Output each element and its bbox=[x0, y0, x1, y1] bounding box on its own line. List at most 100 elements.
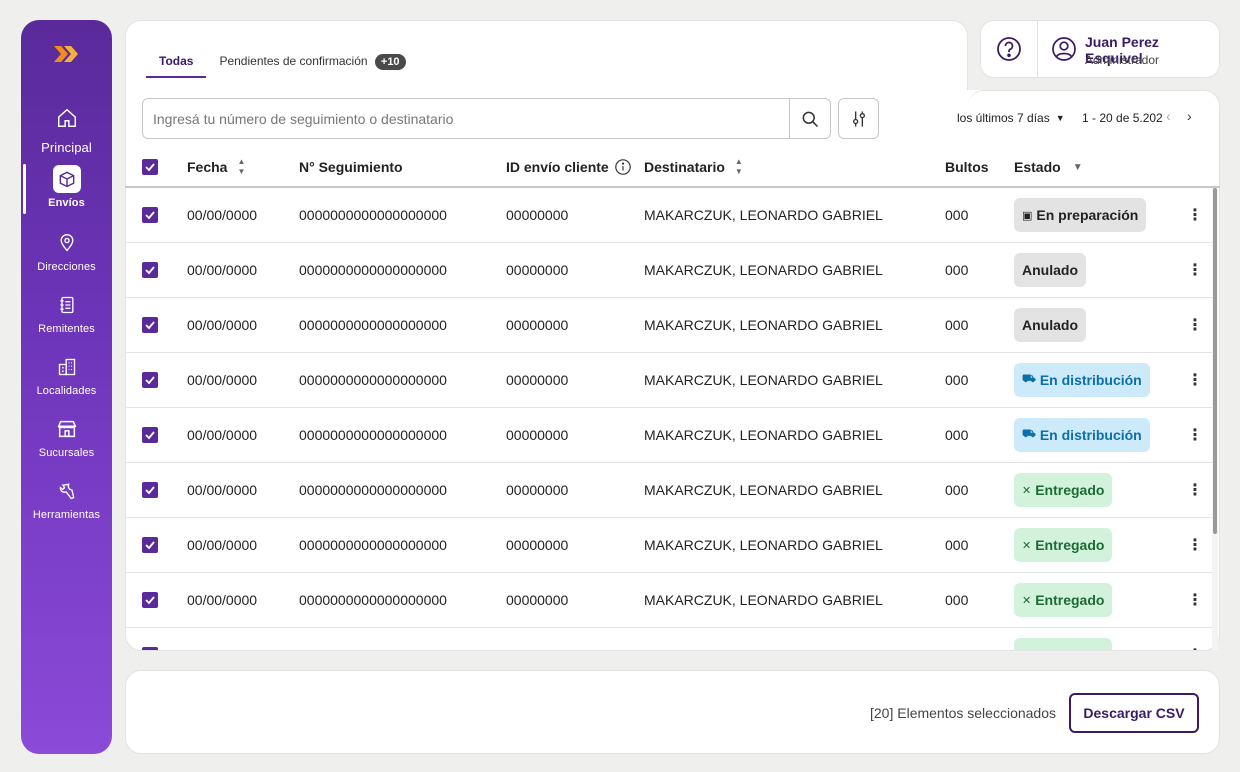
wrench-icon bbox=[53, 477, 81, 505]
table-row[interactable]: 00/00/0000 0000000000000000000 00000000 … bbox=[125, 353, 1213, 408]
table-row[interactable]: 00/00/0000 0000000000000000000 00000000 … bbox=[125, 628, 1213, 650]
cell-seguimiento: 0000000000000000000 bbox=[299, 372, 447, 388]
search-button[interactable] bbox=[789, 99, 830, 138]
tab-pendientes[interactable]: Pendientes de confirmación +10 bbox=[206, 50, 418, 78]
calendar-icon: ▣ bbox=[1022, 209, 1033, 222]
col-id-cliente: ID envío cliente bbox=[506, 148, 632, 186]
scrollbar-thumb[interactable] bbox=[1213, 188, 1217, 534]
sidebar-item-sucursales[interactable]: Sucursales bbox=[21, 415, 112, 471]
cell-seguimiento: 0000000000000000000 bbox=[299, 207, 447, 223]
row-checkbox[interactable] bbox=[142, 647, 158, 650]
table-row[interactable]: 00/00/0000 0000000000000000000 00000000 … bbox=[125, 518, 1213, 573]
download-csv-button[interactable]: Descargar CSV bbox=[1069, 693, 1199, 733]
info-icon[interactable] bbox=[614, 158, 632, 176]
row-menu-icon[interactable]: ⋮ bbox=[1187, 315, 1203, 335]
row-menu-icon[interactable]: ⋮ bbox=[1187, 425, 1203, 445]
status-badge: ✕ Entregado bbox=[1014, 583, 1113, 617]
cell-id-cliente: 00000000 bbox=[506, 628, 568, 650]
row-checkbox[interactable] bbox=[142, 537, 158, 553]
sidebar-item-principal[interactable]: Principal bbox=[21, 104, 112, 160]
col-bultos: Bultos bbox=[945, 159, 989, 175]
row-menu-icon[interactable]: ⋮ bbox=[1187, 645, 1203, 650]
row-checkbox[interactable] bbox=[142, 317, 158, 333]
status-badge: ▣ En preparación bbox=[1014, 198, 1147, 232]
cell-id-cliente: 00000000 bbox=[506, 262, 569, 278]
row-checkbox[interactable] bbox=[142, 372, 158, 388]
col-destinatario[interactable]: Destinatario ▲ ▼ bbox=[644, 148, 743, 186]
row-menu-icon[interactable]: ⋮ bbox=[1187, 480, 1203, 500]
check-icon bbox=[145, 486, 155, 495]
buildings-icon bbox=[53, 353, 81, 381]
truck-icon: ⛟ bbox=[1022, 373, 1036, 385]
sidebar-item-remitentes[interactable]: Remitentes bbox=[21, 291, 112, 347]
cell-fecha: 00/00/0000 bbox=[187, 262, 258, 278]
sidebar-item-herramientas[interactable]: Herramientas bbox=[21, 477, 112, 533]
sidebar-item-direcciones[interactable]: Direcciones bbox=[21, 229, 112, 285]
row-checkbox[interactable] bbox=[142, 262, 158, 278]
table-row[interactable]: 00/00/0000 0000000000000000000 00000000 … bbox=[125, 408, 1213, 463]
cell-seguimiento: 0000000000000000000 bbox=[299, 482, 447, 498]
row-menu-icon[interactable]: ⋮ bbox=[1187, 535, 1203, 555]
location-pin-icon bbox=[53, 229, 81, 257]
cell-bultos: 000 bbox=[945, 207, 969, 223]
check-icon bbox=[145, 211, 155, 220]
table-row[interactable]: 00/00/0000 0000000000000000000 00000000 … bbox=[125, 573, 1213, 628]
cell-fecha: 00/00/0000 bbox=[187, 207, 258, 223]
col-fecha[interactable]: Fecha ▲ ▼ bbox=[187, 148, 245, 186]
truck-icon: ⛟ bbox=[1022, 428, 1036, 440]
status-badge: Anulado bbox=[1014, 253, 1086, 287]
table-row[interactable]: 00/00/0000 0000000000000000000 00000000 … bbox=[125, 188, 1213, 243]
cell-destinatario: MAKARCZUK, LEONARDO GABRIEL bbox=[644, 207, 883, 223]
check-icon bbox=[145, 596, 155, 605]
row-checkbox[interactable] bbox=[142, 207, 158, 223]
store-icon bbox=[53, 415, 81, 443]
close-icon: ✕ bbox=[1022, 649, 1031, 651]
row-menu-icon[interactable]: ⋮ bbox=[1187, 205, 1203, 225]
help-icon[interactable] bbox=[995, 35, 1023, 63]
cell-bultos: 000 bbox=[945, 372, 969, 388]
brand-logo-icon[interactable] bbox=[52, 44, 82, 64]
cell-id-cliente: 00000000 bbox=[506, 592, 569, 608]
user-card: Juan Perez Esquivel Administrador bbox=[980, 20, 1220, 78]
search-field bbox=[142, 98, 831, 139]
sort-icon[interactable]: ▲ ▼ bbox=[237, 157, 245, 177]
row-menu-icon[interactable]: ⋮ bbox=[1187, 260, 1203, 280]
row-checkbox[interactable] bbox=[142, 592, 158, 608]
select-all-checkbox[interactable] bbox=[142, 159, 158, 175]
cell-bultos: 000 bbox=[945, 482, 969, 498]
cell-destinatario: MAKARCZUK, LEONARDO GABRIEL bbox=[644, 628, 883, 650]
cell-fecha: 00/00/0000 bbox=[187, 482, 258, 498]
chevron-left-icon[interactable]: ‹ bbox=[1166, 108, 1171, 124]
period-select[interactable]: los últimos 7 días ▼ bbox=[957, 111, 1065, 125]
row-menu-icon[interactable]: ⋮ bbox=[1187, 370, 1203, 390]
package-icon bbox=[52, 165, 81, 193]
sort-icon[interactable]: ▲ ▼ bbox=[735, 157, 743, 177]
cell-bultos: 000 bbox=[945, 262, 969, 278]
cell-bultos: 000 bbox=[945, 317, 969, 333]
cell-id-cliente: 00000000 bbox=[506, 317, 569, 333]
table-row[interactable]: 00/00/0000 0000000000000000000 00000000 … bbox=[125, 463, 1213, 518]
table-row[interactable]: 00/00/0000 0000000000000000000 00000000 … bbox=[125, 298, 1213, 353]
caret-down-icon[interactable]: ▼ bbox=[1073, 162, 1083, 173]
row-checkbox[interactable] bbox=[142, 427, 158, 443]
scrollbar[interactable] bbox=[1212, 188, 1218, 650]
col-estado[interactable]: Estado ▼ bbox=[1014, 148, 1083, 186]
cell-fecha: 00/00/0000 bbox=[187, 372, 258, 388]
search-input[interactable] bbox=[143, 99, 789, 138]
table-row[interactable]: 00/00/0000 0000000000000000000 00000000 … bbox=[125, 243, 1213, 298]
cell-fecha: 00/00/0000 bbox=[187, 427, 258, 443]
sidebar-item-localidades[interactable]: Localidades bbox=[21, 353, 112, 409]
row-menu-icon[interactable]: ⋮ bbox=[1187, 590, 1203, 610]
filter-button[interactable] bbox=[838, 98, 879, 139]
row-checkbox[interactable] bbox=[142, 482, 158, 498]
cell-bultos: 000 bbox=[945, 537, 969, 553]
sidebar-item-envios[interactable]: Envíos bbox=[21, 165, 112, 221]
avatar[interactable] bbox=[1051, 36, 1077, 62]
cell-destinatario: MAKARCZUK, LEONARDO GABRIEL bbox=[644, 372, 883, 388]
status-badge: ✕ Entregado bbox=[1014, 473, 1113, 507]
chevron-right-icon[interactable]: › bbox=[1187, 108, 1192, 124]
pagination-label: 1 - 20 de 5.202 bbox=[1082, 111, 1163, 125]
tab-todas[interactable]: Todas bbox=[146, 50, 207, 78]
cell-seguimiento: 0000000000000000000 bbox=[299, 262, 447, 278]
check-icon bbox=[145, 376, 155, 385]
